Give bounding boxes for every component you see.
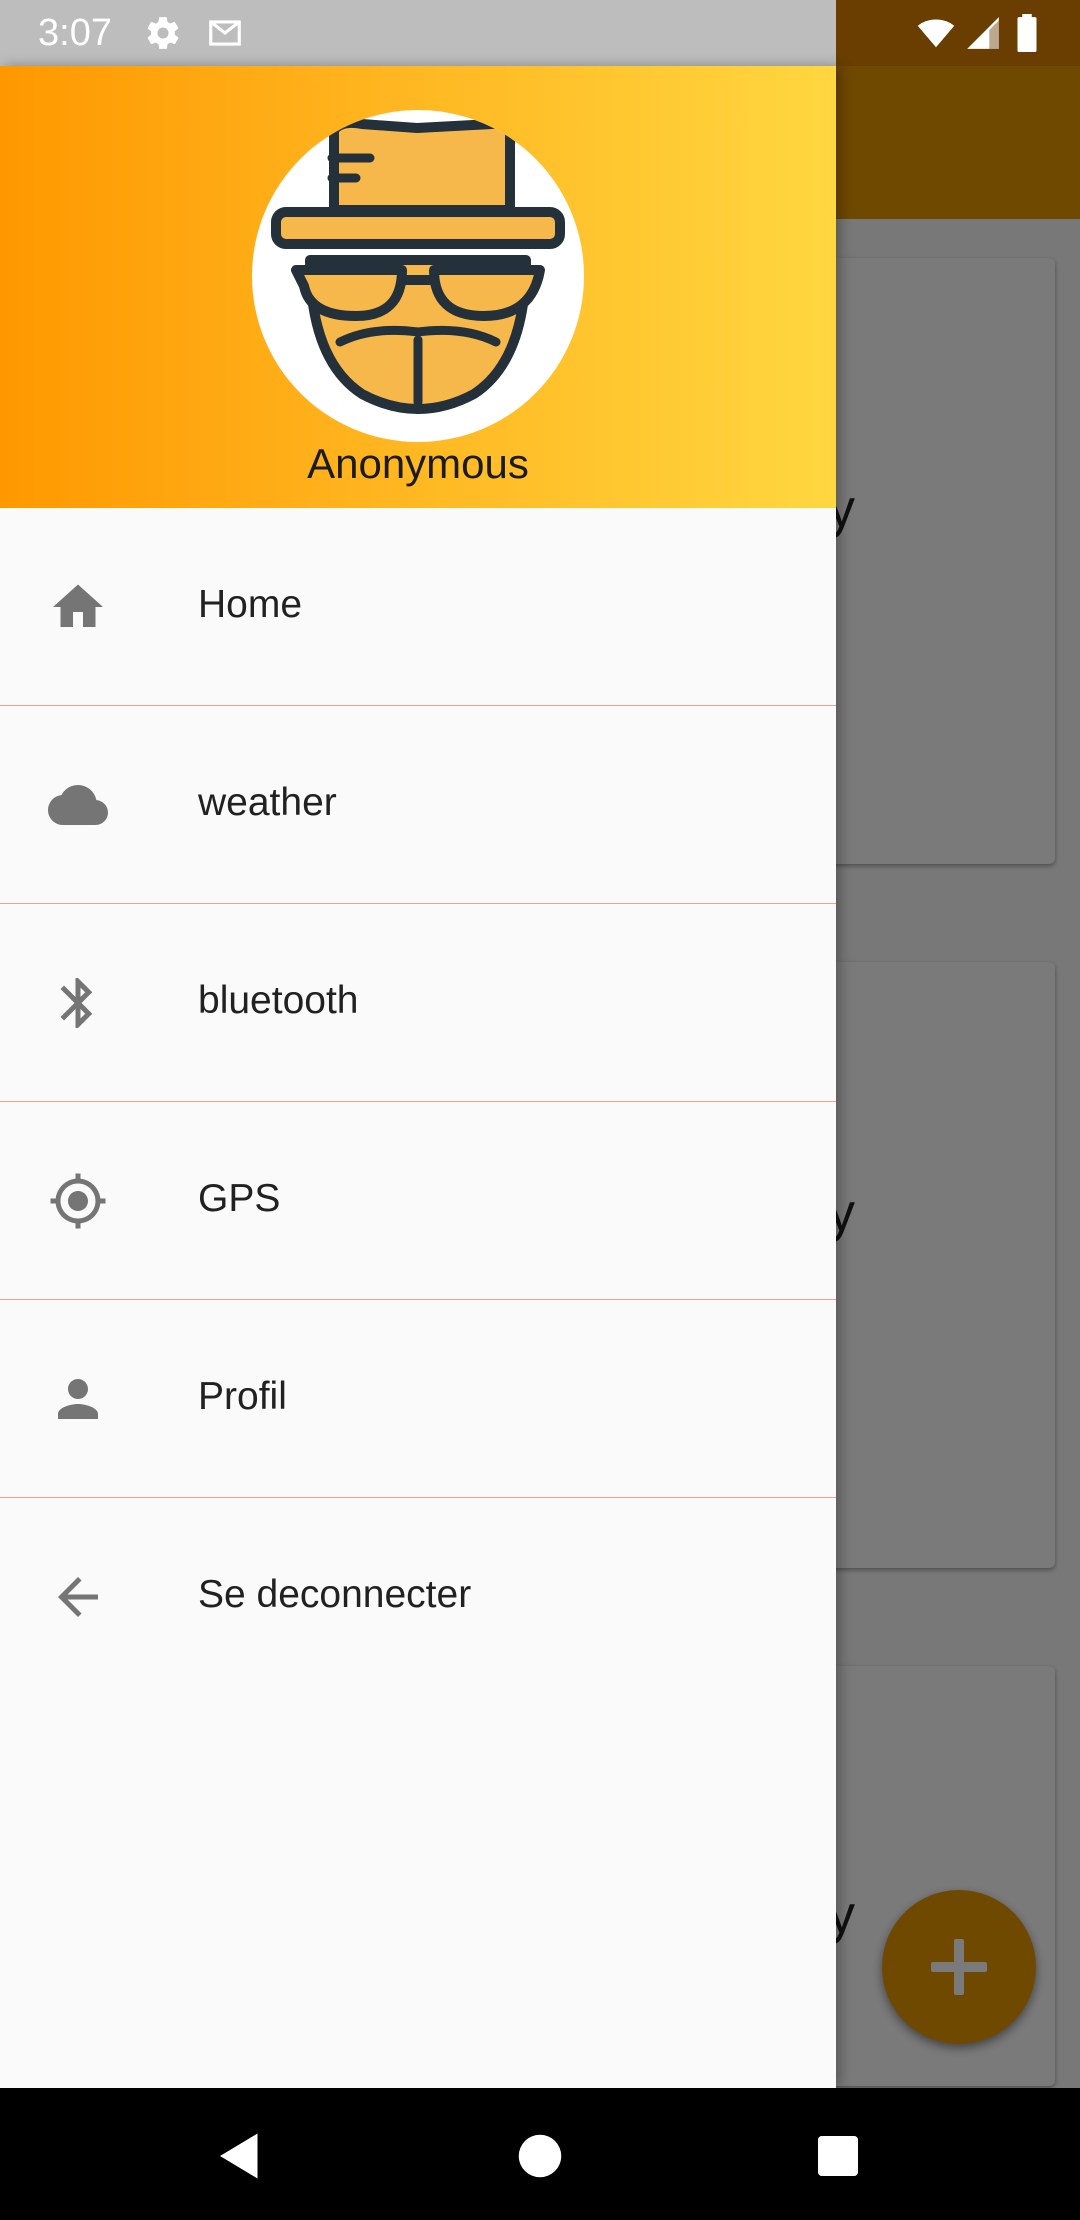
back-icon[interactable] xyxy=(210,2126,270,2186)
drawer-item-label: Se deconnecter xyxy=(198,1573,472,1616)
drawer-item-label: Home xyxy=(198,583,303,626)
drawer-item-bluetooth[interactable]: bluetooth xyxy=(0,904,836,1102)
user-name: Anonymous xyxy=(307,440,529,487)
battery-icon xyxy=(1012,14,1042,53)
system-nav-bar xyxy=(0,2088,1080,2220)
drawer-item-label: weather xyxy=(198,781,337,824)
cloud-icon xyxy=(42,775,114,835)
drawer-header: Anonymous xyxy=(0,66,836,508)
status-bar: 3:07 xyxy=(0,0,1080,66)
drawer-item-label: Profil xyxy=(198,1375,287,1418)
drawer-item-label: GPS xyxy=(198,1177,281,1220)
bluetooth-icon xyxy=(42,973,114,1033)
status-clock: 3:07 xyxy=(38,12,112,54)
home-icon xyxy=(42,577,114,637)
wifi-icon xyxy=(914,14,958,52)
navigation-drawer: Anonymous Home weather bluetooth GPS Pro… xyxy=(0,66,836,2088)
incognito-avatar-icon[interactable] xyxy=(252,110,584,442)
drawer-menu: Home weather bluetooth GPS Profil Se dec… xyxy=(0,508,836,1696)
drawer-item-home[interactable]: Home xyxy=(0,508,836,706)
signal-icon xyxy=(964,14,1002,52)
home-circle-icon[interactable] xyxy=(510,2126,570,2186)
arrow-back-icon xyxy=(42,1567,114,1627)
gear-icon xyxy=(144,14,182,52)
drawer-item-gps[interactable]: GPS xyxy=(0,1102,836,1300)
gps-icon xyxy=(42,1171,114,1231)
mail-icon xyxy=(204,14,246,52)
person-icon xyxy=(42,1369,114,1429)
drawer-item-weather[interactable]: weather xyxy=(0,706,836,904)
recents-icon[interactable] xyxy=(808,2126,868,2186)
drawer-item-profil[interactable]: Profil xyxy=(0,1300,836,1498)
drawer-item-logout[interactable]: Se deconnecter xyxy=(0,1498,836,1696)
drawer-item-label: bluetooth xyxy=(198,979,359,1022)
